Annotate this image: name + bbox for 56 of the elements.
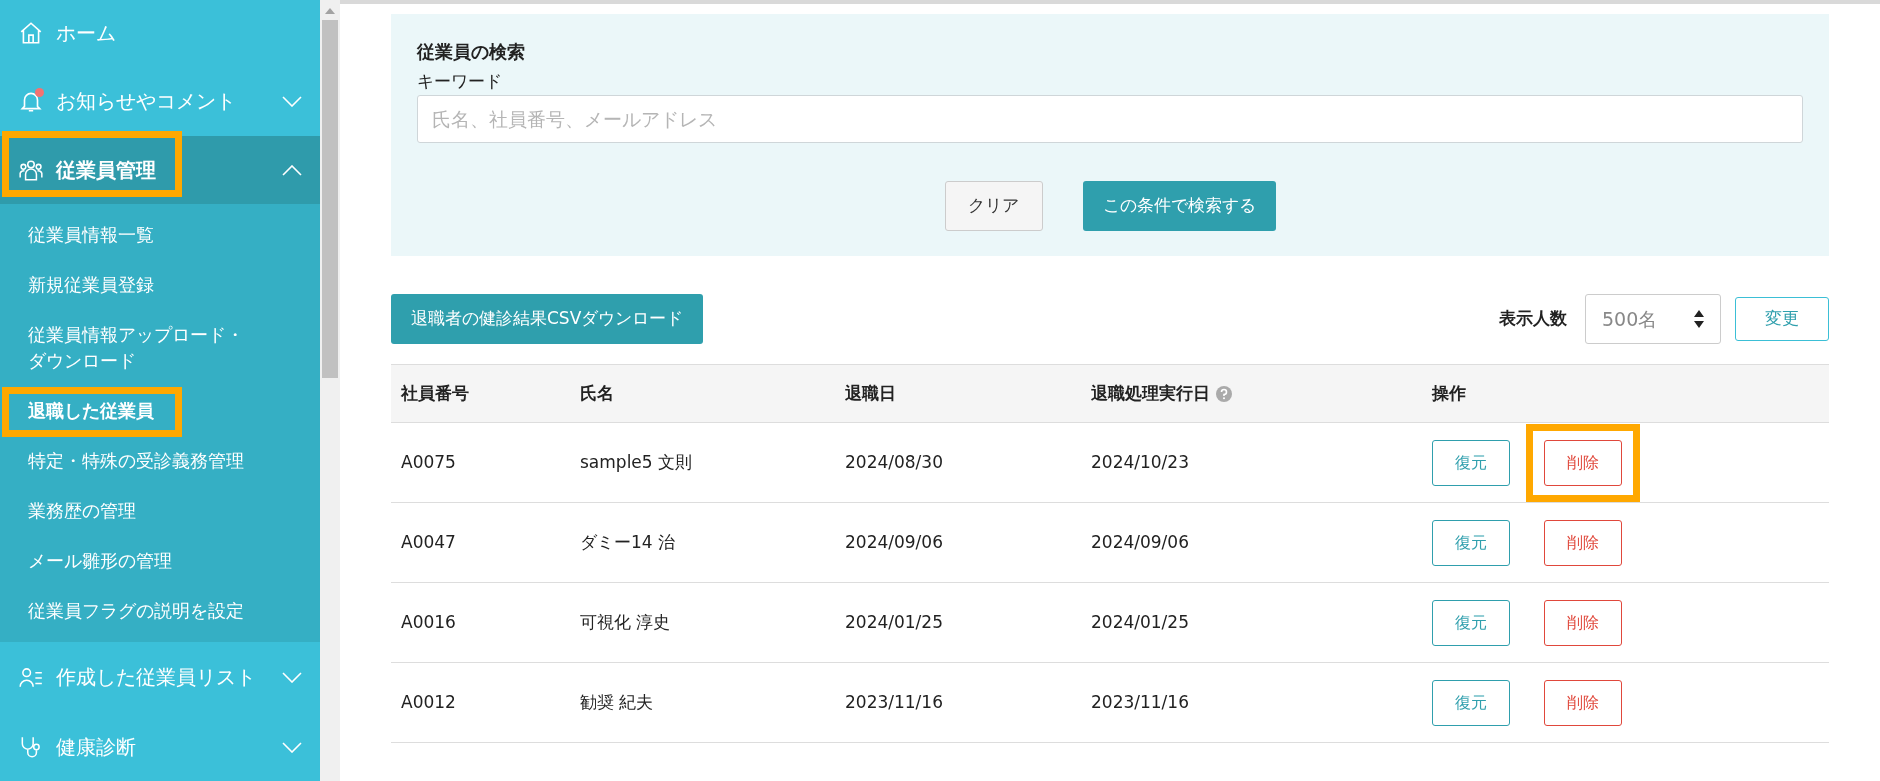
table-cell: 2024/01/25: [1091, 611, 1189, 632]
column-header: 退職日: [845, 381, 896, 405]
sidebar-item[interactable]: 健康診断: [0, 712, 320, 781]
per-page-label: 表示人数: [1499, 307, 1567, 331]
delete-button[interactable]: 削除: [1544, 599, 1622, 646]
table-cell: ダミー14 治: [580, 531, 676, 552]
sidebar-item[interactable]: ホーム: [0, 0, 320, 66]
delete-button[interactable]: 削除: [1544, 439, 1622, 486]
column-header: 氏名: [580, 381, 614, 405]
restore-button[interactable]: 復元: [1432, 519, 1510, 566]
table-cell: 2024/08/30: [845, 451, 943, 472]
table-cell: A0012: [401, 691, 456, 712]
submenu-item[interactable]: 従業員情報アップロード・ダウンロード: [0, 310, 320, 386]
table-cell: A0075: [401, 451, 456, 472]
scrollbar[interactable]: [320, 0, 340, 781]
restore-button[interactable]: 復元: [1432, 599, 1510, 646]
change-button[interactable]: 変更: [1735, 297, 1829, 341]
field-label: キーワード: [417, 70, 503, 93]
spinner-arrows-icon: [1694, 309, 1704, 329]
table-cell: 2024/09/06: [1091, 531, 1189, 552]
help-icon[interactable]: [1216, 385, 1232, 402]
submenu-item[interactable]: メール雛形の管理: [0, 536, 320, 586]
table-cell: A0047: [401, 531, 456, 552]
restore-button[interactable]: 復元: [1432, 439, 1510, 486]
keyword-field[interactable]: 氏名、社員番号、メールアドレス: [417, 94, 1803, 143]
table-cell: 可視化 淳史: [580, 611, 671, 632]
table-cell: 2023/11/16: [845, 691, 943, 712]
column-header: 社員番号: [401, 381, 469, 405]
column-header: 操作: [1432, 381, 1466, 405]
column-header: 退職処理実行日: [1091, 381, 1210, 405]
submenu-item[interactable]: 業務歴の管理: [0, 486, 320, 536]
clear-button[interactable]: クリア: [944, 180, 1043, 231]
search-button[interactable]: この条件で検索する: [1082, 180, 1276, 231]
submenu-item[interactable]: 退職した従業員: [0, 386, 320, 436]
home-icon: [18, 20, 44, 46]
table-cell: 2024/01/25: [845, 611, 943, 632]
scroll-thumb[interactable]: [322, 20, 338, 378]
download-button[interactable]: 退職者の健診結果CSVダウンロード: [391, 294, 704, 344]
sidebar-item[interactable]: お知らせやコメント: [0, 66, 320, 136]
submenu-item[interactable]: 従業員フラグの説明を設定: [0, 586, 320, 636]
submenu-item[interactable]: 従業員情報一覧: [0, 210, 320, 260]
restore-button[interactable]: 復元: [1432, 679, 1510, 726]
submenu-item[interactable]: 新規従業員登録: [0, 260, 320, 310]
table-cell: 2023/11/16: [1091, 691, 1189, 712]
table-cell: 2024/09/06: [845, 531, 943, 552]
table-cell: 2024/10/23: [1091, 451, 1189, 472]
submenu-item[interactable]: 特定・特殊の受診義務管理: [0, 436, 320, 486]
delete-button[interactable]: 削除: [1544, 519, 1622, 566]
section-title: 従業員の検索: [417, 40, 526, 64]
table-cell: sample5 文則: [580, 451, 693, 472]
per-page-select[interactable]: 500名: [1585, 294, 1721, 344]
scroll-up-icon[interactable]: [325, 8, 335, 14]
sidebar-item[interactable]: 作成した従業員リスト: [0, 642, 320, 712]
table-cell: 勧奨 紀夫: [580, 691, 654, 712]
delete-button[interactable]: 削除: [1544, 679, 1622, 726]
table-cell: A0016: [401, 611, 456, 632]
